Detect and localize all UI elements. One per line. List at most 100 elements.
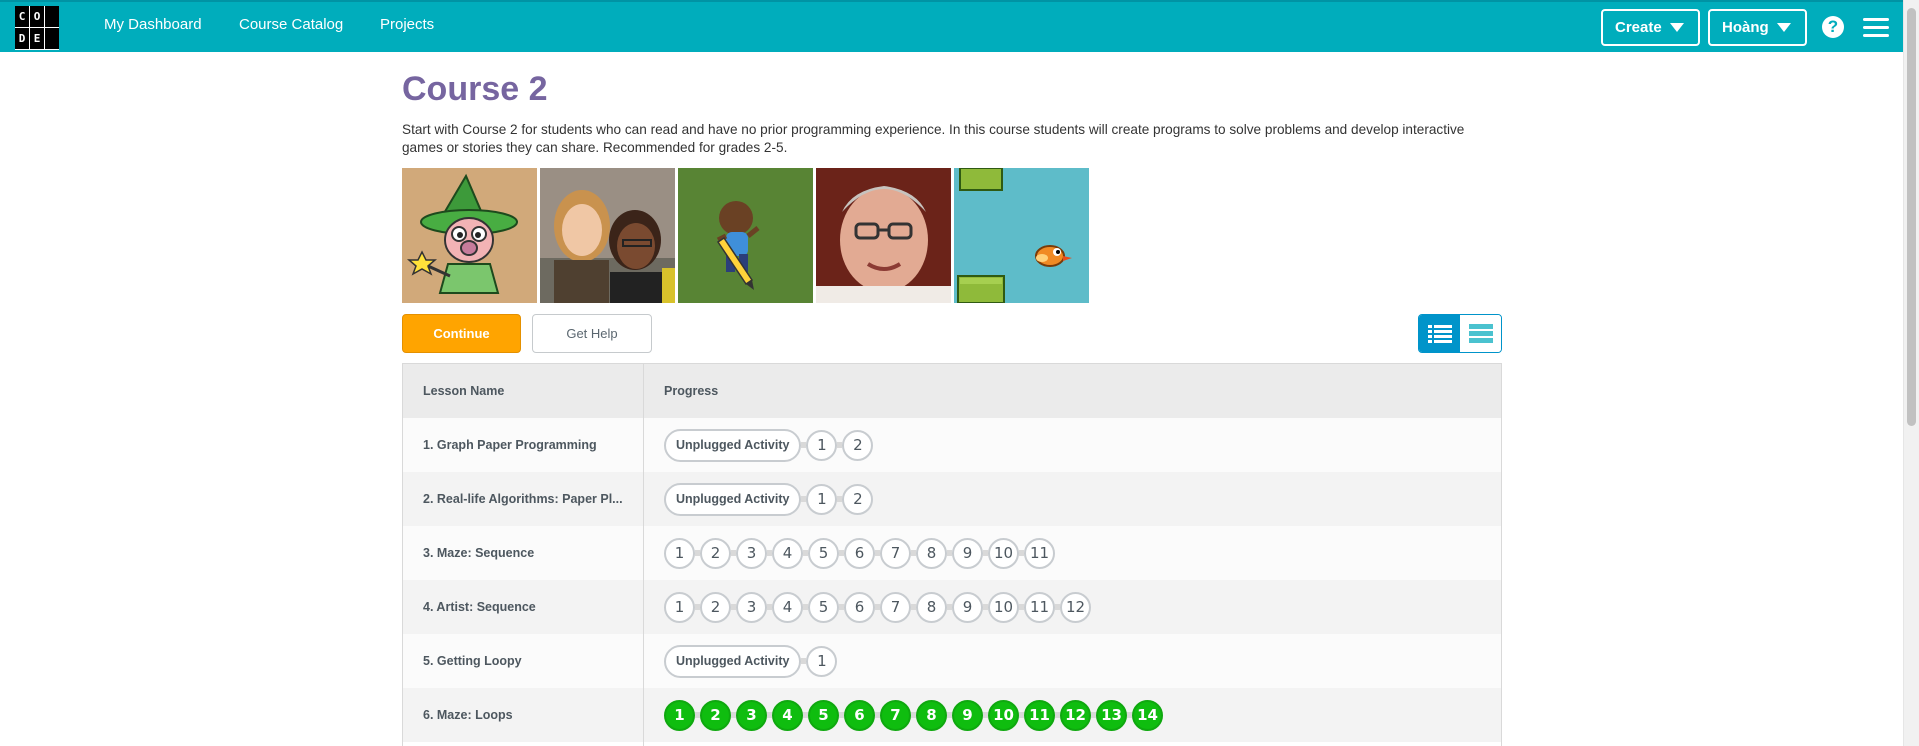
level-bubble-completed[interactable]: 3 [736,699,767,731]
page-scrollbar[interactable] [1903,0,1919,746]
logo-letter: O [30,6,44,27]
top-header: C O D E My Dashboard Course Catalog Proj… [0,0,1903,52]
list-view-toggle[interactable] [1419,315,1460,352]
lesson-name[interactable]: 4. Artist: Sequence [423,580,628,634]
level-bubble[interactable]: 7 [880,537,911,569]
level-bubble-completed[interactable]: 4 [772,699,803,731]
level-bubble[interactable]: 2 [700,537,731,569]
column-divider [643,364,644,746]
course-thumbnail-artist[interactable] [678,168,813,303]
lesson-name[interactable]: 5. Getting Loopy [423,634,628,688]
lesson-name[interactable]: 1. Graph Paper Programming [423,418,628,472]
table-view-icon [1468,323,1493,343]
level-bubble[interactable]: 1 [664,537,695,569]
level-bubble[interactable]: 2 [842,429,874,461]
level-bubble[interactable]: 11 [1024,591,1055,623]
get-help-button[interactable]: Get Help [532,314,652,353]
col-lesson-name: Lesson Name [423,364,628,418]
level-bubble-completed[interactable]: 5 [808,699,839,731]
level-bubble[interactable]: 8 [916,537,947,569]
level-bubble[interactable]: 10 [988,537,1019,569]
code-org-logo[interactable]: C O D E [15,6,59,50]
unplugged-activity-bubble[interactable]: Unplugged Activity [664,644,802,678]
level-bubble-completed[interactable]: 6 [844,699,875,731]
table-row: 4. Artist: Sequence 1 2 3 4 5 6 7 8 9 10 11 12 [403,580,1501,634]
course-description: Start with Course 2 for students who can… [402,122,1465,155]
view-toggle [1418,314,1502,353]
level-bubble[interactable]: 12 [1060,591,1091,623]
level-bubble[interactable]: 9 [952,537,983,569]
course-thumbnail-wizard[interactable] [402,168,537,303]
table-row: 3. Maze: Sequence 1 2 3 4 5 6 7 8 9 10 11 [403,526,1501,580]
table-row: 2. Real-life Algorithms: Paper Pl... Unpl… [403,472,1501,526]
level-bubble-completed[interactable]: 13 [1096,699,1127,731]
col-progress: Progress [664,364,718,418]
create-label: Create [1615,19,1662,36]
course-thumbnail-students[interactable] [540,168,675,303]
level-bubble-completed[interactable]: 14 [1132,699,1163,731]
lesson-progress: Unplugged Activity 1 2 [664,472,874,526]
nav-course-catalog[interactable]: Course Catalog [239,16,343,33]
lesson-progress: Unplugged Activity 1 2 [664,418,874,472]
level-bubble[interactable]: 1 [806,645,838,677]
unplugged-activity-bubble[interactable]: Unplugged Activity [664,428,802,462]
level-bubble[interactable]: 6 [844,537,875,569]
lesson-name[interactable]: 6. Maze: Loops [423,688,628,742]
level-bubble[interactable]: 3 [736,591,767,623]
caret-down-icon [1776,23,1791,32]
page-title: Course 2 [402,70,548,108]
scrollbar-thumb[interactable] [1907,8,1916,426]
unplugged-activity-bubble[interactable]: Unplugged Activity [664,482,802,516]
level-bubble-completed[interactable]: 8 [916,699,947,731]
level-bubble[interactable]: 6 [844,591,875,623]
nav-my-dashboard[interactable]: My Dashboard [104,16,202,33]
level-bubble[interactable]: 1 [806,429,838,461]
level-bubble[interactable]: 7 [880,591,911,623]
nav-projects[interactable]: Projects [380,16,434,33]
logo-letter [45,28,59,49]
course-thumbnail-video[interactable] [816,168,951,303]
level-bubble[interactable]: 11 [1024,537,1055,569]
level-bubble[interactable]: 4 [772,591,803,623]
course-thumbnail-flappy[interactable] [954,168,1089,303]
logo-letter [45,6,59,27]
level-bubble-completed[interactable]: 1 [664,699,695,731]
table-row: 6. Maze: Loops 1 2 3 4 5 6 7 8 9 10 11 12 13 14 [403,688,1501,742]
level-bubble[interactable]: 4 [772,537,803,569]
logo-letter: E [30,28,44,49]
level-bubble[interactable]: 3 [736,537,767,569]
level-bubble[interactable]: 2 [700,591,731,623]
level-bubble[interactable]: 1 [806,483,838,515]
user-name: Hoàng [1722,19,1769,36]
lesson-progress: Unplugged Activity 1 [664,634,838,688]
help-icon[interactable]: ? [1822,16,1844,38]
table-header-row: Lesson Name Progress [403,364,1501,418]
level-bubble[interactable]: 1 [664,591,695,623]
level-bubble-completed[interactable]: 12 [1060,699,1091,731]
level-bubble[interactable]: 9 [952,591,983,623]
level-bubble[interactable]: 5 [808,591,839,623]
continue-button[interactable]: Continue [402,314,521,353]
level-bubble[interactable]: 2 [842,483,874,515]
col-lesson-name-label: Lesson Name [423,384,505,398]
col-progress-label: Progress [664,384,719,398]
level-bubble[interactable]: 8 [916,591,947,623]
level-bubble-completed[interactable]: 11 [1024,699,1055,731]
hamburger-menu-icon[interactable] [1863,18,1889,38]
level-bubble-completed[interactable]: 10 [988,699,1019,731]
level-bubble[interactable]: 10 [988,591,1019,623]
table-row: 5. Getting Loopy Unplugged Activity 1 [403,634,1501,688]
level-bubble[interactable]: 5 [808,537,839,569]
table-view-toggle[interactable] [1460,315,1501,352]
table-row: 1. Graph Paper Programming Unplugged Acti… [403,418,1501,472]
lesson-name[interactable]: 3. Maze: Sequence [423,526,628,580]
create-dropdown-button[interactable]: Create [1601,9,1700,46]
list-view-icon [1427,324,1452,343]
user-menu-button[interactable]: Hoàng [1708,9,1807,46]
level-bubble-completed[interactable]: 9 [952,699,983,731]
level-bubble-completed[interactable]: 2 [700,699,731,731]
lesson-name[interactable]: 2. Real-life Algorithms: Paper Pl... [423,472,628,526]
caret-down-icon [1669,23,1684,32]
level-bubble-completed[interactable]: 7 [880,699,911,731]
lesson-progress: 1 2 3 4 5 6 7 8 9 10 11 12 13 14 [664,688,1163,742]
